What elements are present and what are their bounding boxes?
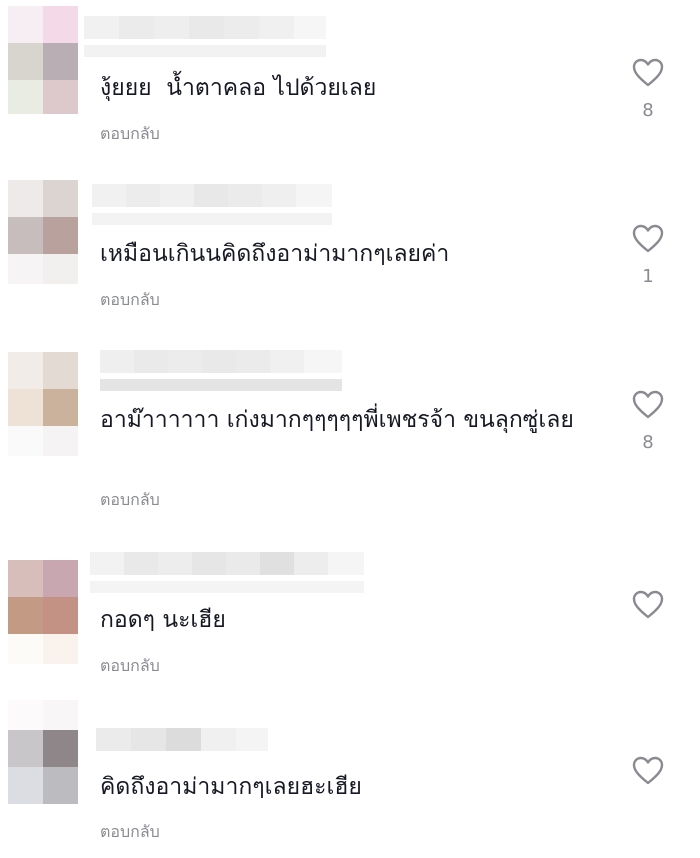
reply-button[interactable]: ตอบกลับ [100, 488, 160, 513]
like-control: 8 [626, 390, 670, 454]
avatar[interactable] [8, 560, 78, 634]
avatar-lower [8, 254, 78, 284]
avatar[interactable] [8, 352, 78, 426]
comment-text: อาม๊าาาาาา เก่งมากๆๆๆๆๆพี่เพชรจ้า ขนลุกซ… [100, 407, 574, 433]
username-blurred[interactable] [100, 350, 342, 396]
like-control: 8 [626, 58, 670, 122]
like-control [626, 590, 670, 654]
comment-text: งุ้ยยย น้ำตาคลอ ไปด้วยเลย [100, 75, 377, 101]
like-count [626, 632, 670, 654]
heart-outline-icon[interactable] [632, 390, 664, 420]
reply-button[interactable]: ตอบกลับ [100, 820, 160, 845]
username-blurred[interactable] [92, 184, 332, 230]
like-count: 8 [642, 100, 654, 121]
username-blurred[interactable] [90, 552, 364, 598]
heart-outline-icon[interactable] [632, 756, 664, 786]
comment-text: เหมือนเกินนคิดถึงอาม่ามากๆเลยค่า [100, 241, 450, 267]
username-blurred[interactable] [96, 728, 268, 774]
like-count: 8 [642, 432, 654, 453]
avatar[interactable] [8, 730, 78, 804]
username-blurred[interactable] [84, 16, 326, 62]
avatar-lower [8, 634, 78, 664]
like-count: 1 [642, 266, 654, 287]
heart-outline-icon[interactable] [632, 224, 664, 254]
heart-outline-icon[interactable] [632, 58, 664, 88]
comment-text: กอดๆ นะเฮีย [100, 607, 226, 633]
like-control [626, 756, 670, 820]
comment-text: คิดถึงอาม่ามากๆเลยฮะเฮีย [100, 774, 362, 800]
heart-outline-icon[interactable] [632, 590, 664, 620]
avatar[interactable] [8, 6, 78, 80]
avatar-top [8, 700, 78, 730]
like-count [626, 798, 670, 820]
reply-button[interactable]: ตอบกลับ [100, 288, 160, 313]
avatar-lower [8, 80, 78, 114]
avatar[interactable] [8, 180, 78, 254]
reply-button[interactable]: ตอบกลับ [100, 122, 160, 147]
reply-button[interactable]: ตอบกลับ [100, 654, 160, 679]
like-control: 1 [626, 224, 670, 288]
avatar-lower [8, 426, 78, 456]
